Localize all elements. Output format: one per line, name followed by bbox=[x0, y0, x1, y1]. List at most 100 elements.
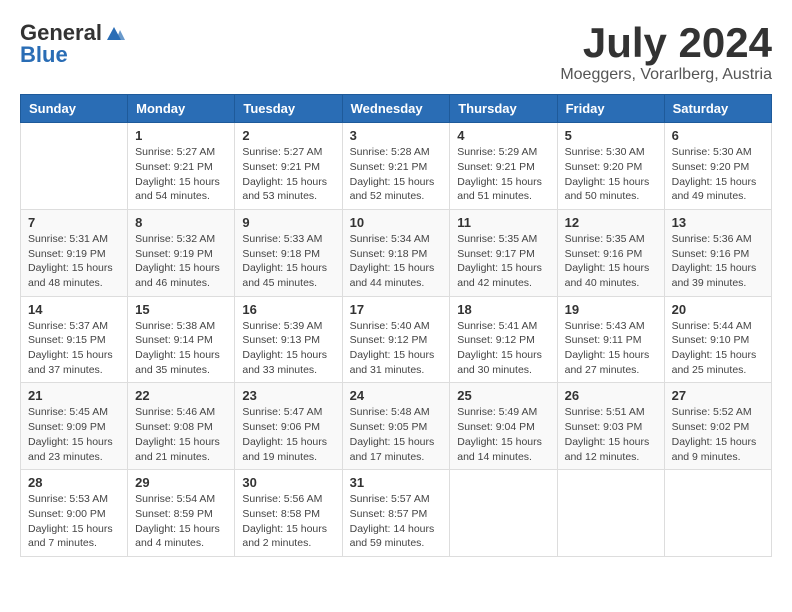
day-number: 4 bbox=[457, 128, 549, 143]
day-info: Sunrise: 5:46 AM Sunset: 9:08 PM Dayligh… bbox=[135, 405, 227, 464]
day-info: Sunrise: 5:33 AM Sunset: 9:18 PM Dayligh… bbox=[242, 232, 334, 291]
calendar-cell: 9 Sunrise: 5:33 AM Sunset: 9:18 PM Daylig… bbox=[235, 209, 342, 296]
day-info: Sunrise: 5:48 AM Sunset: 9:05 PM Dayligh… bbox=[350, 405, 443, 464]
day-number: 28 bbox=[28, 475, 120, 490]
day-info: Sunrise: 5:27 AM Sunset: 9:21 PM Dayligh… bbox=[242, 145, 334, 204]
calendar-cell: 31Sunrise: 5:57 AM Sunset: 8:57 PM Dayli… bbox=[342, 470, 450, 557]
calendar-cell: 14 Sunrise: 5:37 AM Sunset: 9:15 PM Dayli… bbox=[21, 296, 128, 383]
day-number: 20 bbox=[672, 302, 764, 317]
day-number: 23 bbox=[242, 388, 334, 403]
calendar-header-row: SundayMondayTuesdayWednesdayThursdayFrid… bbox=[21, 95, 772, 123]
weekday-header: Friday bbox=[557, 95, 664, 123]
day-info: Sunrise: 5:52 AM Sunset: 9:02 PM Dayligh… bbox=[672, 405, 764, 464]
day-info: Sunrise: 5:43 AM Sunset: 9:11 PM Dayligh… bbox=[565, 319, 657, 378]
day-number: 3 bbox=[350, 128, 443, 143]
calendar-cell: 23 Sunrise: 5:47 AM Sunset: 9:06 PM Dayli… bbox=[235, 383, 342, 470]
calendar-cell: 25Sunrise: 5:49 AM Sunset: 9:04 PM Dayli… bbox=[450, 383, 557, 470]
day-info: Sunrise: 5:28 AM Sunset: 9:21 PM Dayligh… bbox=[350, 145, 443, 204]
day-info: Sunrise: 5:54 AM Sunset: 8:59 PM Dayligh… bbox=[135, 492, 227, 551]
calendar-cell: 19 Sunrise: 5:43 AM Sunset: 9:11 PM Dayli… bbox=[557, 296, 664, 383]
calendar-week-row: 28 Sunrise: 5:53 AM Sunset: 9:00 PM Dayli… bbox=[21, 470, 772, 557]
calendar-cell: 18Sunrise: 5:41 AM Sunset: 9:12 PM Dayli… bbox=[450, 296, 557, 383]
day-info: Sunrise: 5:31 AM Sunset: 9:19 PM Dayligh… bbox=[28, 232, 120, 291]
calendar-cell: 10 Sunrise: 5:34 AM Sunset: 9:18 PM Dayli… bbox=[342, 209, 450, 296]
calendar-cell: 29 Sunrise: 5:54 AM Sunset: 8:59 PM Dayli… bbox=[128, 470, 235, 557]
calendar-cell: 6Sunrise: 5:30 AM Sunset: 9:20 PM Daylig… bbox=[664, 123, 771, 210]
day-number: 13 bbox=[672, 215, 764, 230]
calendar-cell: 7 Sunrise: 5:31 AM Sunset: 9:19 PM Daylig… bbox=[21, 209, 128, 296]
calendar-cell: 22 Sunrise: 5:46 AM Sunset: 9:08 PM Dayli… bbox=[128, 383, 235, 470]
calendar-cell: 30 Sunrise: 5:56 AM Sunset: 8:58 PM Dayli… bbox=[235, 470, 342, 557]
calendar-cell: 13 Sunrise: 5:36 AM Sunset: 9:16 PM Dayli… bbox=[664, 209, 771, 296]
day-info: Sunrise: 5:57 AM Sunset: 8:57 PM Dayligh… bbox=[350, 492, 443, 551]
day-number: 12 bbox=[565, 215, 657, 230]
day-info: Sunrise: 5:29 AM Sunset: 9:21 PM Dayligh… bbox=[457, 145, 549, 204]
day-number: 9 bbox=[242, 215, 334, 230]
weekday-header: Sunday bbox=[21, 95, 128, 123]
day-info: Sunrise: 5:37 AM Sunset: 9:15 PM Dayligh… bbox=[28, 319, 120, 378]
day-info: Sunrise: 5:32 AM Sunset: 9:19 PM Dayligh… bbox=[135, 232, 227, 291]
calendar-cell: 2 Sunrise: 5:27 AM Sunset: 9:21 PM Daylig… bbox=[235, 123, 342, 210]
calendar-week-row: 7 Sunrise: 5:31 AM Sunset: 9:19 PM Daylig… bbox=[21, 209, 772, 296]
calendar-week-row: 14 Sunrise: 5:37 AM Sunset: 9:15 PM Dayli… bbox=[21, 296, 772, 383]
day-info: Sunrise: 5:51 AM Sunset: 9:03 PM Dayligh… bbox=[565, 405, 657, 464]
calendar-cell: 21Sunrise: 5:45 AM Sunset: 9:09 PM Dayli… bbox=[21, 383, 128, 470]
day-number: 7 bbox=[28, 215, 120, 230]
day-info: Sunrise: 5:40 AM Sunset: 9:12 PM Dayligh… bbox=[350, 319, 443, 378]
weekday-header: Saturday bbox=[664, 95, 771, 123]
calendar-cell: 17 Sunrise: 5:40 AM Sunset: 9:12 PM Dayli… bbox=[342, 296, 450, 383]
day-info: Sunrise: 5:35 AM Sunset: 9:16 PM Dayligh… bbox=[565, 232, 657, 291]
day-number: 26 bbox=[565, 388, 657, 403]
day-number: 1 bbox=[135, 128, 227, 143]
day-number: 18 bbox=[457, 302, 549, 317]
calendar-cell: 12 Sunrise: 5:35 AM Sunset: 9:16 PM Dayli… bbox=[557, 209, 664, 296]
day-number: 21 bbox=[28, 388, 120, 403]
day-number: 22 bbox=[135, 388, 227, 403]
calendar-cell bbox=[450, 470, 557, 557]
calendar-cell: 5 Sunrise: 5:30 AM Sunset: 9:20 PM Daylig… bbox=[557, 123, 664, 210]
logo: General Blue bbox=[20, 20, 125, 68]
day-number: 24 bbox=[350, 388, 443, 403]
day-info: Sunrise: 5:39 AM Sunset: 9:13 PM Dayligh… bbox=[242, 319, 334, 378]
day-number: 27 bbox=[672, 388, 764, 403]
day-info: Sunrise: 5:34 AM Sunset: 9:18 PM Dayligh… bbox=[350, 232, 443, 291]
day-number: 11 bbox=[457, 215, 549, 230]
day-info: Sunrise: 5:38 AM Sunset: 9:14 PM Dayligh… bbox=[135, 319, 227, 378]
day-info: Sunrise: 5:36 AM Sunset: 9:16 PM Dayligh… bbox=[672, 232, 764, 291]
calendar-cell: 16Sunrise: 5:39 AM Sunset: 9:13 PM Dayli… bbox=[235, 296, 342, 383]
day-number: 14 bbox=[28, 302, 120, 317]
day-number: 2 bbox=[242, 128, 334, 143]
calendar-cell: 1 Sunrise: 5:27 AM Sunset: 9:21 PM Daylig… bbox=[128, 123, 235, 210]
calendar-week-row: 21Sunrise: 5:45 AM Sunset: 9:09 PM Dayli… bbox=[21, 383, 772, 470]
calendar-cell: 8 Sunrise: 5:32 AM Sunset: 9:19 PM Daylig… bbox=[128, 209, 235, 296]
day-info: Sunrise: 5:44 AM Sunset: 9:10 PM Dayligh… bbox=[672, 319, 764, 378]
day-number: 29 bbox=[135, 475, 227, 490]
title-area: July 2024 Moeggers, Vorarlberg, Austria bbox=[560, 20, 772, 84]
day-info: Sunrise: 5:53 AM Sunset: 9:00 PM Dayligh… bbox=[28, 492, 120, 551]
day-number: 10 bbox=[350, 215, 443, 230]
day-info: Sunrise: 5:27 AM Sunset: 9:21 PM Dayligh… bbox=[135, 145, 227, 204]
calendar-cell: 20 Sunrise: 5:44 AM Sunset: 9:10 PM Dayli… bbox=[664, 296, 771, 383]
day-number: 19 bbox=[565, 302, 657, 317]
day-info: Sunrise: 5:56 AM Sunset: 8:58 PM Dayligh… bbox=[242, 492, 334, 551]
day-number: 25 bbox=[457, 388, 549, 403]
calendar-cell bbox=[557, 470, 664, 557]
calendar-cell: 24 Sunrise: 5:48 AM Sunset: 9:05 PM Dayli… bbox=[342, 383, 450, 470]
day-info: Sunrise: 5:47 AM Sunset: 9:06 PM Dayligh… bbox=[242, 405, 334, 464]
day-number: 8 bbox=[135, 215, 227, 230]
calendar-table: SundayMondayTuesdayWednesdayThursdayFrid… bbox=[20, 94, 772, 557]
calendar-cell: 28 Sunrise: 5:53 AM Sunset: 9:00 PM Dayli… bbox=[21, 470, 128, 557]
calendar-week-row: 1 Sunrise: 5:27 AM Sunset: 9:21 PM Daylig… bbox=[21, 123, 772, 210]
calendar-cell bbox=[664, 470, 771, 557]
location: Moeggers, Vorarlberg, Austria bbox=[560, 66, 772, 84]
day-number: 30 bbox=[242, 475, 334, 490]
weekday-header: Thursday bbox=[450, 95, 557, 123]
calendar-cell: 11 Sunrise: 5:35 AM Sunset: 9:17 PM Dayli… bbox=[450, 209, 557, 296]
day-number: 17 bbox=[350, 302, 443, 317]
page-header: General Blue July 2024 Moeggers, Vorarlb… bbox=[20, 20, 772, 84]
calendar-cell: 15Sunrise: 5:38 AM Sunset: 9:14 PM Dayli… bbox=[128, 296, 235, 383]
day-info: Sunrise: 5:30 AM Sunset: 9:20 PM Dayligh… bbox=[565, 145, 657, 204]
day-number: 5 bbox=[565, 128, 657, 143]
day-info: Sunrise: 5:35 AM Sunset: 9:17 PM Dayligh… bbox=[457, 232, 549, 291]
month-year: July 2024 bbox=[560, 20, 772, 66]
